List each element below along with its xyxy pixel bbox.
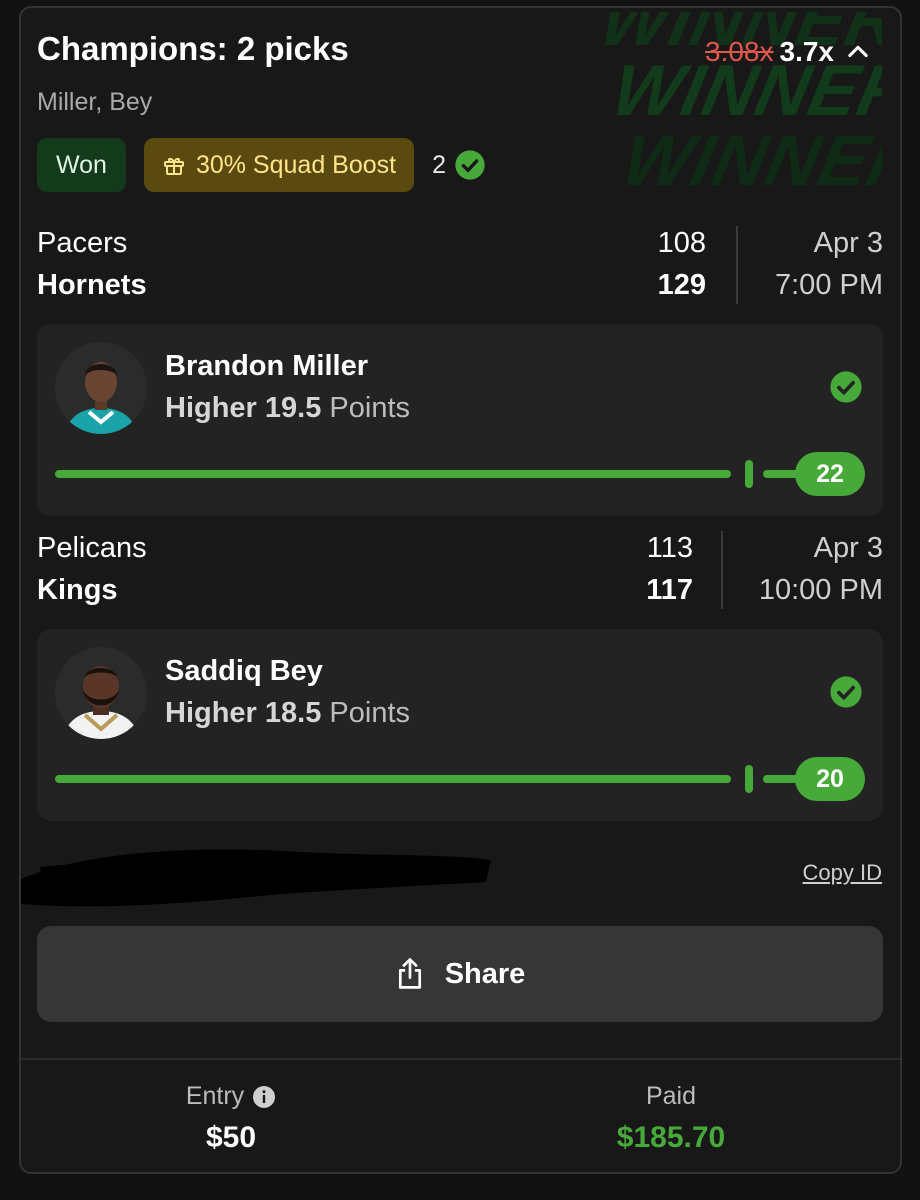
entry-label: Entry: [185, 1082, 245, 1110]
paid-label: Paid: [645, 1082, 697, 1110]
divider: [736, 226, 738, 304]
progress-track: [55, 775, 731, 783]
squad-boost-badge[interactable]: 30% Squad Boost: [143, 138, 415, 192]
actual-stat-pill: 22: [795, 452, 865, 496]
avatar: [55, 342, 147, 434]
player-pick-card[interactable]: Saddiq Bey Higher 18.5 Points 20: [37, 629, 883, 821]
check-circle-icon: [830, 371, 862, 403]
paid-amount: $185.70: [616, 1121, 726, 1154]
line-marker: [745, 460, 753, 488]
new-multiplier: 3.7x: [779, 36, 835, 67]
payout-multiplier: 3.08x 3.7x: [705, 36, 834, 68]
game-time: 10:00 PM: [758, 574, 883, 606]
actual-stat-pill: 20: [795, 757, 865, 801]
pick-line: Higher 18.5 Points: [165, 697, 411, 729]
correct-picks-count: 2: [432, 149, 486, 181]
info-icon[interactable]: [252, 1085, 276, 1109]
game-date: Apr 3: [813, 532, 883, 564]
entry-amount: $50: [205, 1121, 257, 1154]
status-badges: Won 30% Squad Boost 2: [37, 138, 486, 192]
line-marker: [745, 765, 753, 793]
chevron-up-icon[interactable]: [844, 38, 872, 66]
home-team: Kings: [37, 574, 118, 606]
divider: [721, 531, 723, 609]
entry-title: Champions: 2 picks: [37, 30, 349, 67]
player-headshot-icon: [55, 342, 147, 434]
entry-card: WINNER!! WINNER!! WINNER!! Champions: 2 …: [19, 6, 902, 1174]
check-circle-icon: [455, 150, 485, 180]
away-score: 108: [657, 227, 706, 259]
share-button[interactable]: Share: [37, 926, 883, 1022]
boost-label: 30% Squad Boost: [195, 150, 397, 179]
share-label: Share: [444, 957, 526, 990]
player-headshot-icon: [55, 647, 147, 739]
paid-summary: Paid $185.70: [461, 1082, 881, 1155]
game-row: Pelicans Kings 113 117 Apr 3 10:00 PM: [37, 527, 883, 611]
player-pick-card[interactable]: Brandon Miller Higher 19.5 Points 22: [37, 324, 883, 516]
game-date: Apr 3: [813, 227, 883, 259]
check-circle-icon: [830, 676, 862, 708]
away-score: 113: [646, 532, 693, 564]
game-time: 7:00 PM: [775, 269, 883, 301]
entry-players: Miller, Bey: [37, 88, 153, 116]
gift-icon: [163, 158, 184, 175]
progress-track: [55, 470, 731, 478]
game-row: Pacers Hornets 108 129 Apr 3 7:00 PM: [37, 222, 883, 306]
home-score: 129: [657, 269, 706, 301]
pick-line: Higher 19.5 Points: [165, 392, 411, 424]
won-badge: Won: [37, 138, 126, 192]
copy-id-link[interactable]: Copy ID: [803, 860, 882, 886]
old-multiplier: 3.08x: [705, 36, 774, 67]
player-name: Saddiq Bey: [165, 655, 323, 687]
share-icon: [398, 958, 421, 989]
home-score: 117: [646, 574, 693, 606]
player-name: Brandon Miller: [165, 350, 369, 382]
away-team: Pelicans: [37, 532, 147, 564]
entry-summary: Entry $50: [21, 1082, 441, 1155]
footer-divider: [21, 1058, 900, 1060]
avatar: [55, 647, 147, 739]
redaction-scribble: [21, 849, 491, 907]
away-team: Pacers: [37, 227, 128, 259]
home-team: Hornets: [37, 269, 147, 301]
